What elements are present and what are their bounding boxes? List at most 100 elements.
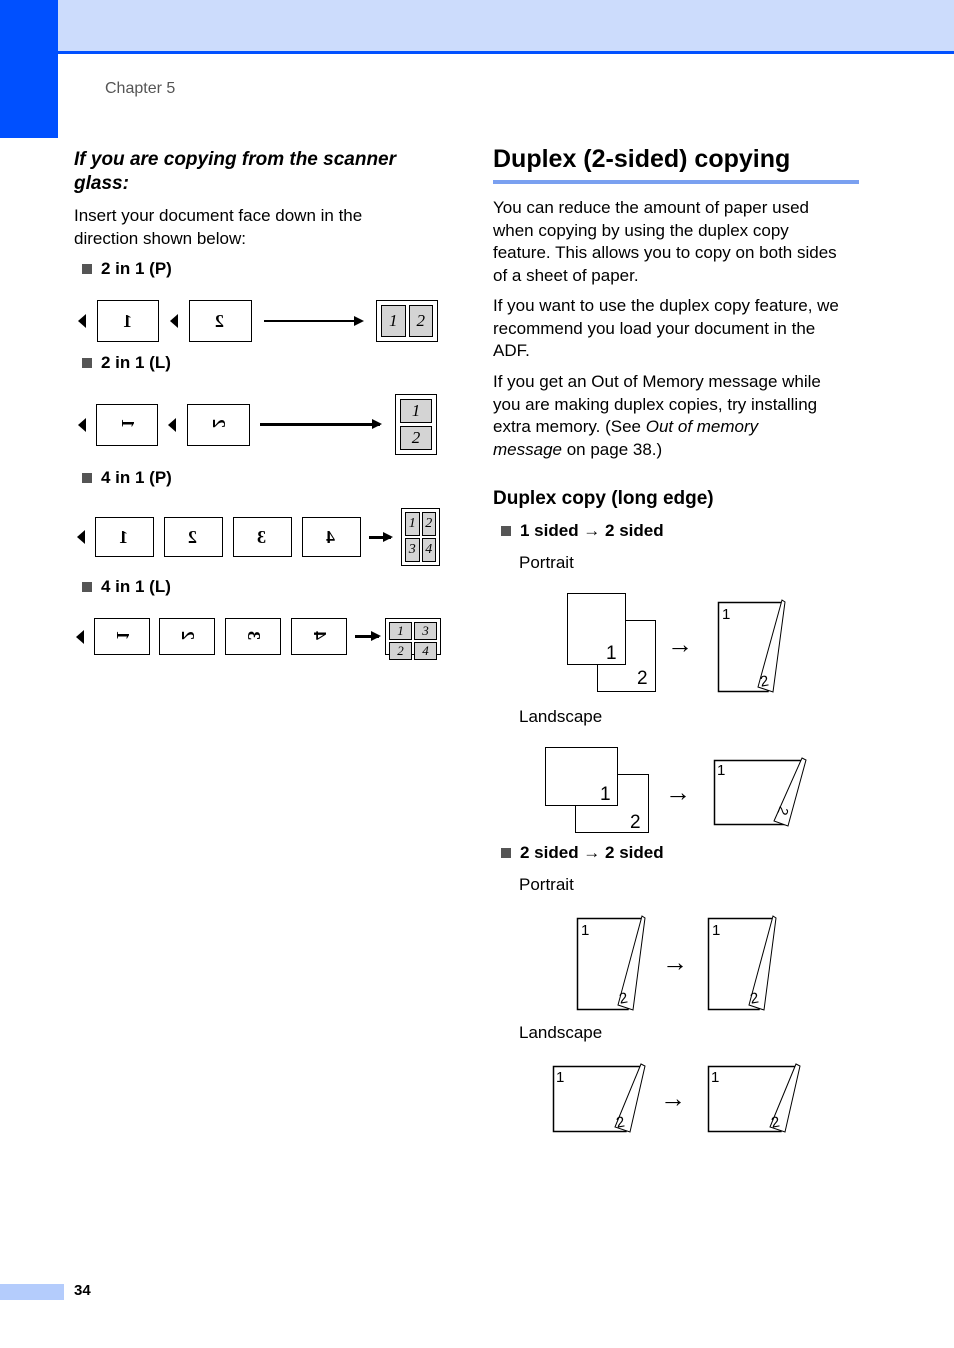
- bullet-text: 2 in 1 (L): [101, 353, 171, 372]
- input-page: 2: [187, 403, 250, 446]
- mirrored-digit: 2: [209, 421, 229, 428]
- layout-4in1l-label: 4 in 1 (L): [82, 577, 171, 597]
- intro-paragraph: You can reduce the amount of paper used …: [493, 197, 837, 287]
- bullet-text: 2 in 1 (P): [101, 259, 172, 278]
- input-page: 1: [96, 403, 158, 446]
- portrait-label: Portrait: [519, 553, 574, 572]
- sheet-front-number: 1: [556, 1069, 564, 1086]
- mirrored-digit: 2: [190, 526, 197, 547]
- bullet-text: 2 sided → 2 sided: [520, 843, 664, 862]
- cross-reference-link[interactable]: message: [493, 440, 562, 459]
- landscape-label: Landscape: [519, 707, 603, 726]
- input-page: 1: [95, 517, 154, 557]
- diagram-1to2-landscape: 1 2 → 1 2: [545, 747, 807, 833]
- output-sheet: 1 3 2 4: [385, 618, 441, 660]
- diagram-1to2-portrait: 1 2 → 1 2: [567, 593, 786, 693]
- bullet-icon: [82, 358, 92, 368]
- mirrored-digit: 2: [217, 310, 224, 331]
- direction-arrow-icon: [77, 530, 85, 544]
- page-2-number: 2: [630, 812, 641, 833]
- page-1-number: 1: [600, 784, 611, 805]
- input-page: 2: [159, 618, 215, 655]
- input-page: 1: [97, 300, 159, 342]
- output-cell: 1: [389, 622, 412, 640]
- diagram-2to2-landscape: 1 2 → 1 2: [552, 1063, 801, 1133]
- mirrored-digit: 1: [112, 633, 133, 640]
- text-span: extra memory. (See: [493, 417, 646, 436]
- arrow-icon: →: [667, 629, 693, 659]
- text-line: recommend you load your document in the: [493, 318, 816, 338]
- direction-arrow-icon: [78, 417, 86, 432]
- text-line: message on page 38.): [493, 439, 821, 462]
- mirrored-digit: 4: [309, 633, 330, 640]
- bullet-icon: [501, 526, 511, 536]
- input-page: 3: [233, 517, 292, 557]
- heading-line: glass:: [74, 173, 129, 194]
- mirrored-digit: 1: [121, 526, 128, 547]
- bullet-icon: [82, 264, 92, 274]
- sheet-front-number: 1: [711, 1069, 719, 1086]
- page-2-number: 2: [637, 668, 648, 689]
- output-cell: 1: [405, 512, 420, 536]
- bullet-text: 4 in 1 (L): [101, 577, 171, 596]
- direction-arrow-icon: [170, 314, 178, 328]
- input-page: 2: [189, 300, 252, 342]
- mode-2to2-label: 2 sided → 2 sided: [501, 843, 664, 863]
- intro-line: direction shown below:: [74, 228, 246, 248]
- mirrored-digit: 3: [259, 526, 266, 547]
- bullet-text: 4 in 1 (P): [101, 468, 172, 487]
- bullet-icon: [82, 473, 92, 483]
- layout-2in1p-label: 2 in 1 (P): [82, 259, 172, 279]
- output-cell: 2: [421, 512, 436, 536]
- subsection-title: Duplex copy (long edge): [493, 488, 714, 509]
- output-sheet: 1 2 3 4: [401, 508, 440, 566]
- mirrored-digit: 2: [177, 633, 198, 640]
- mirrored-digit: 1: [117, 421, 138, 428]
- page-number: 34: [74, 1282, 91, 1299]
- output-cell: 1: [400, 399, 432, 423]
- memory-paragraph: If you get an Out of Memory message whil…: [493, 371, 821, 461]
- text-line: If you want to use the duplex copy featu…: [493, 296, 839, 315]
- output-sheet: 1 2: [376, 300, 438, 342]
- cross-reference-link[interactable]: Out of memory: [646, 417, 758, 436]
- section-title: Duplex (2-sided) copying: [493, 145, 791, 173]
- output-cell: 2: [400, 426, 432, 450]
- bullet-icon: [501, 848, 511, 858]
- direction-arrow-icon: [76, 629, 84, 644]
- result-arrow-icon: [369, 531, 393, 542]
- output-cell: 2: [389, 642, 412, 660]
- text-line: extra memory. (See Out of memory: [493, 416, 821, 439]
- portrait-label: Portrait: [519, 875, 574, 894]
- direction-arrow-icon: [78, 314, 86, 328]
- page-1-number: 1: [606, 643, 617, 664]
- mirrored-digit: 3: [243, 633, 264, 640]
- output-cell: 4: [421, 538, 436, 562]
- layout-2in1p-diagram: 1 2 1 2: [78, 300, 438, 342]
- sheet-front-number: 1: [717, 762, 725, 779]
- layout-4in1p-label: 4 in 1 (P): [82, 468, 172, 488]
- output-cell: 1: [381, 305, 406, 337]
- direction-arrow-icon: [168, 417, 176, 432]
- text-span: on page 38.): [561, 439, 663, 459]
- diagram-2to2-portrait: 1 2 → 1 2: [576, 915, 777, 1011]
- bullet-text: 1 sided → 2 sided: [520, 521, 664, 540]
- text-line: ADF.: [493, 341, 530, 360]
- input-page: 3: [225, 618, 281, 655]
- title-rule: [493, 180, 859, 184]
- chapter-tab: [0, 0, 58, 138]
- input-page: 2: [164, 517, 223, 557]
- output-sheet: 1 2: [395, 394, 437, 455]
- sheet-front-number: 1: [712, 922, 720, 939]
- result-arrow-icon: [355, 631, 381, 641]
- mirrored-digit: 4: [328, 526, 335, 547]
- output-cell: 2: [408, 305, 433, 337]
- text-line: of a sheet of paper.: [493, 265, 639, 285]
- arrow-icon: →: [660, 1083, 686, 1113]
- page-1: [567, 593, 626, 665]
- heading-line: If you are copying from the scanner: [74, 149, 397, 170]
- text-line: You can reduce the amount of paper used: [493, 198, 809, 217]
- chapter-label: Chapter 5: [105, 80, 176, 97]
- sheet-front-number: 1: [722, 606, 730, 623]
- layout-4in1p-diagram: 1 2 3 4 1 2 3 4: [77, 508, 440, 566]
- landscape-label: Landscape: [519, 1023, 603, 1042]
